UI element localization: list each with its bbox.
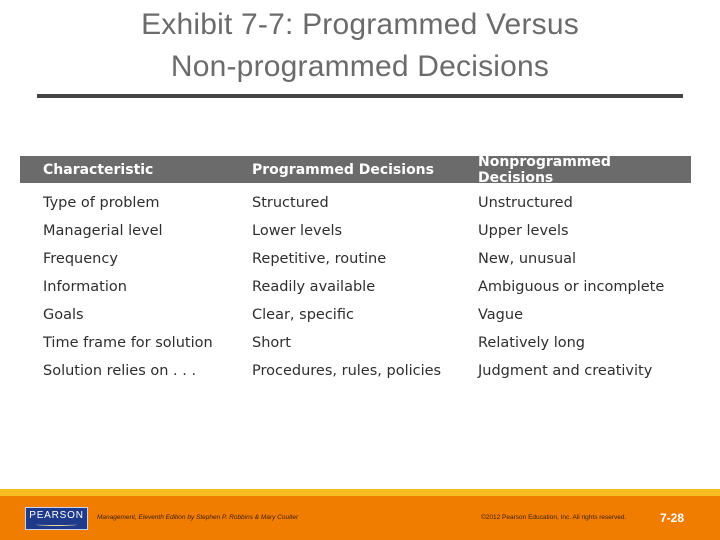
cell-characteristic: Information	[43, 279, 127, 295]
footer-copyright: ©2012 Pearson Education, Inc. All rights…	[481, 514, 627, 521]
cell-programmed: Procedures, rules, policies	[252, 363, 442, 379]
header-nonprogrammed: Nonprogrammed Decisions	[478, 153, 611, 186]
cell-characteristic: Managerial level	[43, 223, 163, 239]
cell-nonprogrammed: Ambiguous or incomplete	[478, 279, 665, 295]
cell-programmed: Clear, specific	[252, 307, 354, 323]
cell-characteristic: Time frame for solution	[43, 335, 213, 351]
logo-swoosh-icon	[36, 523, 77, 526]
slide-title: Exhibit 7-7: Programmed Versus Non-progr…	[0, 4, 720, 88]
table-row: Goals Clear, specific Vague	[20, 301, 691, 329]
cell-programmed: Short	[252, 335, 291, 351]
table-row: Information Readily available Ambiguous …	[20, 273, 691, 301]
header-programmed: Programmed Decisions	[252, 161, 434, 178]
cell-nonprogrammed: Unstructured	[478, 195, 573, 211]
cell-characteristic: Frequency	[43, 251, 118, 267]
cell-nonprogrammed: Relatively long	[478, 335, 585, 351]
slide: Exhibit 7-7: Programmed Versus Non-progr…	[0, 0, 720, 540]
page-number: 7-28	[660, 511, 685, 525]
pearson-logo: PEARSON	[25, 507, 88, 530]
cell-programmed: Readily available	[252, 279, 376, 295]
title-line-1: Exhibit 7-7: Programmed Versus	[141, 8, 579, 41]
table-row: Managerial level Lower levels Upper leve…	[20, 217, 691, 245]
cell-nonprogrammed: Upper levels	[478, 223, 569, 239]
footer-credit: Management, Eleventh Edition by Stephen …	[97, 514, 299, 521]
cell-nonprogrammed: Vague	[478, 307, 523, 323]
cell-programmed: Structured	[252, 195, 329, 211]
cell-programmed: Lower levels	[252, 223, 343, 239]
cell-programmed: Repetitive, routine	[252, 251, 387, 267]
cell-nonprogrammed: Judgment and creativity	[478, 363, 653, 379]
cell-characteristic: Solution relies on . . .	[43, 363, 197, 379]
cell-characteristic: Type of problem	[43, 195, 160, 211]
footer-accent-band	[0, 489, 720, 496]
table-body: Type of problem Structured Unstructured …	[20, 183, 691, 385]
table-row: Frequency Repetitive, routine New, unusu…	[20, 245, 691, 273]
logo-text: PEARSON	[29, 510, 84, 521]
table-row: Type of problem Structured Unstructured	[20, 189, 691, 217]
table-header: Characteristic Programmed Decisions Nonp…	[20, 153, 691, 186]
cell-characteristic: Goals	[43, 307, 84, 323]
title-line-2: Non-programmed Decisions	[170, 50, 550, 83]
title-divider	[37, 94, 683, 98]
comparison-table: Characteristic Programmed Decisions Nonp…	[20, 153, 691, 385]
cell-nonprogrammed: New, unusual	[478, 251, 577, 267]
header-characteristic: Characteristic	[43, 161, 154, 178]
table-row: Solution relies on . . . Procedures, rul…	[20, 357, 691, 385]
table-row: Time frame for solution Short Relatively…	[20, 329, 691, 357]
